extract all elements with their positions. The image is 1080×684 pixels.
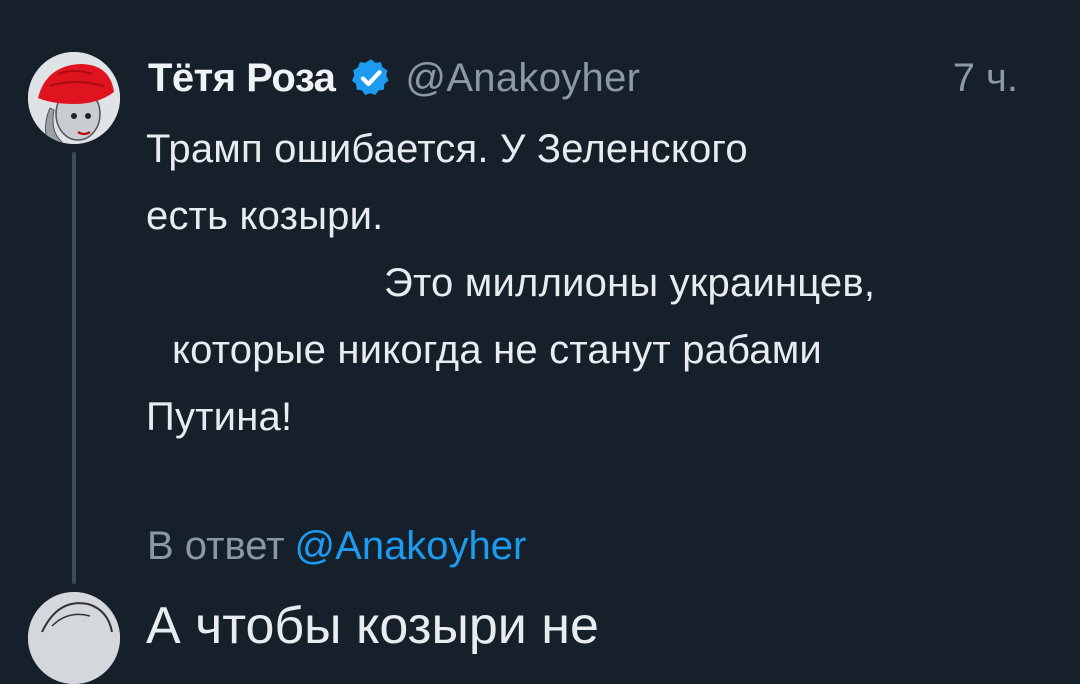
- reply-prefix-label: В ответ: [147, 524, 285, 568]
- tweet[interactable]: Тётя Роза @Anakoyher 7 ч. Трамп ошибаетс…: [0, 0, 1080, 600]
- reply-handle-link[interactable]: @Anakoyher: [295, 524, 527, 568]
- author-handle[interactable]: @Anakoyher: [405, 56, 640, 101]
- next-tweet-avatar[interactable]: [28, 592, 120, 684]
- tweet-body: Трамп ошибается. У Зеленского есть козыр…: [146, 116, 1046, 451]
- avatar-image-icon: [28, 52, 120, 144]
- tweet-text-line: которые никогда не станут рабами: [172, 328, 822, 372]
- tweet-text-line: есть козыри.: [146, 194, 384, 238]
- tweet-text-line: Путина!: [146, 395, 293, 439]
- tweet-timestamp[interactable]: 7 ч.: [953, 50, 1018, 106]
- author-display-name[interactable]: Тётя Роза: [148, 56, 336, 101]
- avatar[interactable]: [28, 52, 120, 144]
- verified-badge-icon: [349, 56, 393, 100]
- tweet-text-line: Это миллионы украинцев,: [384, 261, 876, 305]
- reply-context: В ответ @Anakoyher: [147, 518, 526, 574]
- tweet-header: Тётя Роза @Anakoyher 7 ч.: [148, 50, 1048, 106]
- thread-connector-line: [72, 152, 76, 584]
- next-tweet-text: А чтобы козыри не: [146, 597, 599, 655]
- avatar-sketch-icon: [28, 592, 120, 684]
- tweet-text-line: Трамп ошибается. У Зеленского: [146, 127, 748, 171]
